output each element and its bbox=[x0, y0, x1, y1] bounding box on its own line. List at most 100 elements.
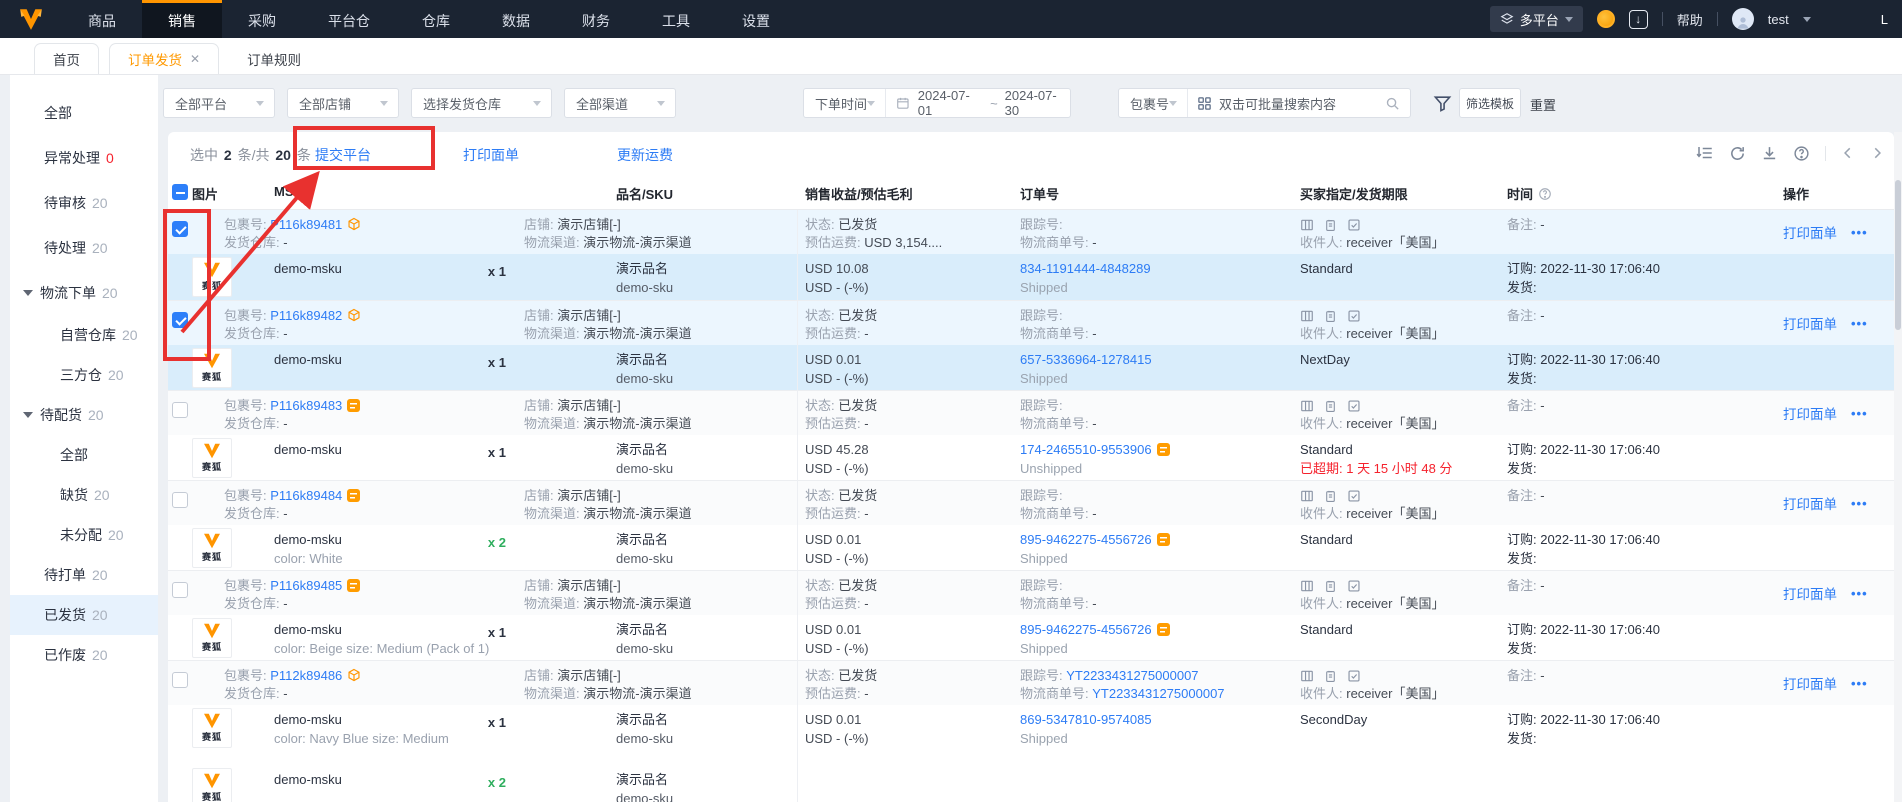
order-number-link[interactable]: 657-5336964-1278415 bbox=[1020, 352, 1152, 367]
package-number-link[interactable]: P112k89486 bbox=[270, 668, 342, 683]
filter-funnel-icon[interactable] bbox=[1433, 94, 1452, 113]
clipboard-icon[interactable] bbox=[1324, 669, 1337, 683]
clipboard-icon[interactable] bbox=[1324, 309, 1337, 323]
help-link[interactable]: 帮助 bbox=[1677, 10, 1703, 29]
order-number-link[interactable]: 174-2465510-9553906 bbox=[1020, 442, 1152, 457]
check-square-icon[interactable] bbox=[1347, 669, 1361, 683]
sidebar-item-全部[interactable]: 全部 bbox=[10, 90, 158, 135]
tab-订单规则[interactable]: 订单规则 bbox=[229, 43, 319, 74]
clipboard-icon[interactable] bbox=[1324, 399, 1337, 413]
row-print-label-link[interactable]: 打印面单 bbox=[1783, 313, 1837, 333]
update-freight-button[interactable]: 更新运费 bbox=[617, 145, 673, 165]
select-all-checkbox[interactable] bbox=[172, 184, 188, 200]
nav-item-采购[interactable]: 采购 bbox=[222, 0, 302, 38]
tab-订单发货[interactable]: 订单发货 ✕ bbox=[109, 43, 220, 74]
product-image[interactable]: 赛狐 bbox=[192, 768, 232, 802]
row-checkbox[interactable] bbox=[172, 582, 188, 598]
product-image[interactable]: 赛狐 bbox=[192, 528, 232, 568]
sidebar-item-待审核[interactable]: 待审核 20 bbox=[10, 180, 158, 225]
row-checkbox[interactable] bbox=[172, 221, 188, 237]
next-page-icon[interactable] bbox=[1870, 146, 1884, 160]
package-number-link[interactable]: P116k89484 bbox=[270, 488, 342, 503]
package-number-link[interactable]: P116k89483 bbox=[270, 398, 342, 413]
sidebar-item-三方仓[interactable]: 三方仓 20 bbox=[10, 355, 158, 395]
refresh-icon[interactable] bbox=[1729, 145, 1746, 162]
date-from[interactable]: 2024-07-01 bbox=[918, 88, 983, 118]
avatar[interactable] bbox=[1731, 8, 1754, 30]
columns-icon[interactable] bbox=[1300, 579, 1314, 593]
search-icon[interactable] bbox=[1385, 96, 1400, 111]
sidebar-item-待处理[interactable]: 待处理 20 bbox=[10, 225, 158, 270]
product-image[interactable]: 赛狐 bbox=[192, 257, 232, 297]
more-actions[interactable]: ••• bbox=[1851, 676, 1868, 691]
vertical-scrollbar[interactable] bbox=[1894, 132, 1902, 802]
check-square-icon[interactable] bbox=[1347, 489, 1361, 503]
filter-template-button[interactable]: 筛选模板 bbox=[1459, 88, 1521, 118]
coin-icon[interactable] bbox=[1596, 10, 1615, 28]
columns-icon[interactable] bbox=[1300, 489, 1314, 503]
product-image[interactable]: 赛狐 bbox=[192, 438, 232, 478]
platform-select[interactable]: 全部平台 bbox=[163, 88, 275, 118]
tab-首页[interactable]: 首页 bbox=[34, 43, 99, 74]
reset-button[interactable]: 重置 bbox=[1530, 95, 1556, 114]
download-box-icon[interactable]: ↓ bbox=[1628, 9, 1648, 29]
help-icon[interactable] bbox=[1793, 145, 1810, 162]
order-number-link[interactable]: 895-9462275-4556726 bbox=[1020, 622, 1152, 637]
nav-item-销售[interactable]: 销售 bbox=[142, 0, 222, 38]
sidebar-item-已作废[interactable]: 已作废 20 bbox=[10, 635, 158, 675]
check-square-icon[interactable] bbox=[1347, 309, 1361, 323]
sidebar-item-物流下单[interactable]: 物流下单 20 bbox=[10, 270, 158, 315]
row-checkbox[interactable] bbox=[172, 402, 188, 418]
search-input[interactable]: 双击可批量搜索内容 bbox=[1219, 94, 1385, 113]
shop-select[interactable]: 全部店铺 bbox=[287, 88, 399, 118]
scrollbar-thumb[interactable] bbox=[1895, 180, 1901, 330]
columns-icon[interactable] bbox=[1300, 218, 1314, 232]
prev-page-icon[interactable] bbox=[1841, 146, 1855, 160]
print-label-button[interactable]: 打印面单 bbox=[463, 145, 519, 165]
nav-item-工具[interactable]: 工具 bbox=[636, 0, 716, 38]
clipboard-icon[interactable] bbox=[1324, 579, 1337, 593]
time-type-select[interactable]: 下单时间 bbox=[804, 94, 867, 113]
check-square-icon[interactable] bbox=[1347, 579, 1361, 593]
nav-item-设置[interactable]: 设置 bbox=[716, 0, 796, 38]
multi-platform-selector[interactable]: 多平台 bbox=[1489, 6, 1583, 32]
nav-item-平台仓[interactable]: 平台仓 bbox=[302, 0, 396, 38]
column-settings-icon[interactable] bbox=[1696, 144, 1714, 162]
nav-item-商品[interactable]: 商品 bbox=[62, 0, 142, 38]
sidebar-item-待打单[interactable]: 待打单 20 bbox=[10, 555, 158, 595]
sidebar-item-待配货[interactable]: 待配货 20 bbox=[10, 395, 158, 435]
more-actions[interactable]: ••• bbox=[1851, 316, 1868, 331]
row-print-label-link[interactable]: 打印面单 bbox=[1783, 403, 1837, 423]
nav-item-数据[interactable]: 数据 bbox=[476, 0, 556, 38]
columns-icon[interactable] bbox=[1300, 309, 1314, 323]
order-number-link[interactable]: 895-9462275-4556726 bbox=[1020, 532, 1152, 547]
date-to[interactable]: 2024-07-30 bbox=[1005, 88, 1070, 118]
more-actions[interactable]: ••• bbox=[1851, 496, 1868, 511]
close-icon[interactable]: ✕ bbox=[190, 52, 200, 66]
sidebar-item-自营仓库[interactable]: 自营仓库 20 bbox=[10, 315, 158, 355]
row-checkbox[interactable] bbox=[172, 492, 188, 508]
row-print-label-link[interactable]: 打印面单 bbox=[1783, 493, 1837, 513]
clipboard-icon[interactable] bbox=[1324, 218, 1337, 232]
warehouse-select[interactable]: 选择发货仓库 bbox=[411, 88, 552, 118]
more-actions[interactable]: ••• bbox=[1851, 225, 1868, 240]
more-actions[interactable]: ••• bbox=[1851, 586, 1868, 601]
check-square-icon[interactable] bbox=[1347, 218, 1361, 232]
more-actions[interactable]: ••• bbox=[1851, 406, 1868, 421]
sidebar-item-未分配[interactable]: 未分配 20 bbox=[10, 515, 158, 555]
sidebar-item-全部[interactable]: 全部 bbox=[10, 435, 158, 475]
logo-fox-icon[interactable] bbox=[0, 0, 62, 38]
product-image[interactable]: 赛狐 bbox=[192, 618, 232, 658]
nav-item-财务[interactable]: 财务 bbox=[556, 0, 636, 38]
row-print-label-link[interactable]: 打印面单 bbox=[1783, 583, 1837, 603]
package-number-link[interactable]: P116k89481 bbox=[270, 217, 342, 232]
columns-icon[interactable] bbox=[1300, 399, 1314, 413]
help-circle-icon[interactable] bbox=[1538, 187, 1552, 201]
nav-item-仓库[interactable]: 仓库 bbox=[396, 0, 476, 38]
package-number-link[interactable]: P116k89482 bbox=[270, 308, 342, 323]
download-icon[interactable] bbox=[1761, 145, 1778, 162]
channel-select[interactable]: 全部渠道 bbox=[564, 88, 676, 118]
sidebar-item-已发货[interactable]: 已发货 20 bbox=[10, 595, 158, 635]
user-caret-icon[interactable] bbox=[1802, 16, 1811, 22]
package-number-link[interactable]: P116k89485 bbox=[270, 578, 342, 593]
